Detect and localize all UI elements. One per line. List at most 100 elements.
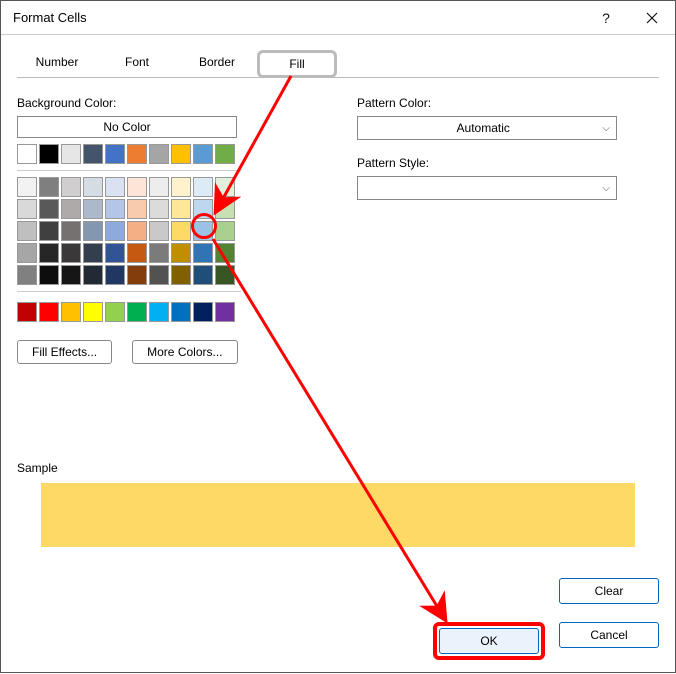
color-swatch[interactable] [105, 177, 125, 197]
color-swatch[interactable] [215, 265, 235, 285]
fill-right-pane: Pattern Color: Automatic ⌵ Pattern Style… [357, 96, 659, 364]
color-swatch[interactable] [215, 243, 235, 263]
color-swatch[interactable] [127, 199, 147, 219]
color-swatch[interactable] [149, 243, 169, 263]
color-swatch[interactable] [193, 265, 213, 285]
pattern-style-dropdown[interactable]: ⌵ [357, 176, 617, 200]
ok-button[interactable]: OK [439, 628, 539, 654]
more-colors-button[interactable]: More Colors... [132, 340, 237, 364]
color-swatch[interactable] [215, 199, 235, 219]
chevron-down-icon: ⌵ [602, 183, 610, 194]
color-swatch[interactable] [39, 243, 59, 263]
color-swatch[interactable] [83, 243, 103, 263]
sample-section: Sample [17, 461, 659, 547]
color-swatch[interactable] [105, 302, 125, 322]
color-swatch[interactable] [17, 302, 37, 322]
color-swatch[interactable] [39, 302, 59, 322]
color-swatch[interactable] [127, 302, 147, 322]
color-swatch[interactable] [171, 302, 191, 322]
color-swatch[interactable] [17, 199, 37, 219]
tab-font[interactable]: Font [97, 50, 177, 78]
color-swatch[interactable] [215, 221, 235, 241]
color-swatch[interactable] [215, 177, 235, 197]
no-color-button[interactable]: No Color [17, 116, 237, 138]
dialog-footer: Clear OK Cancel [433, 578, 659, 660]
color-swatch[interactable] [105, 221, 125, 241]
color-swatch[interactable] [127, 177, 147, 197]
color-swatch[interactable] [171, 177, 191, 197]
color-swatch[interactable] [215, 302, 235, 322]
color-swatch[interactable] [149, 302, 169, 322]
color-swatch[interactable] [127, 243, 147, 263]
sample-label: Sample [17, 461, 659, 475]
color-swatch[interactable] [193, 243, 213, 263]
color-swatch[interactable] [149, 265, 169, 285]
fill-effects-button[interactable]: Fill Effects... [17, 340, 112, 364]
color-swatch[interactable] [61, 221, 81, 241]
color-swatch[interactable] [39, 177, 59, 197]
color-swatch[interactable] [105, 243, 125, 263]
color-swatch[interactable] [171, 221, 191, 241]
color-swatch[interactable] [149, 144, 169, 164]
color-swatch[interactable] [149, 177, 169, 197]
color-swatch[interactable] [39, 199, 59, 219]
clear-button[interactable]: Clear [559, 578, 659, 604]
color-swatch[interactable] [39, 265, 59, 285]
color-swatch[interactable] [193, 144, 213, 164]
pattern-color-label: Pattern Color: [357, 96, 659, 110]
color-swatch[interactable] [83, 177, 103, 197]
color-swatch[interactable] [105, 199, 125, 219]
color-swatch[interactable] [39, 221, 59, 241]
color-swatch[interactable] [171, 243, 191, 263]
tab-bar: Number Font Border Fill [17, 49, 659, 78]
color-swatch[interactable] [215, 144, 235, 164]
color-palette [17, 144, 241, 322]
color-swatch[interactable] [83, 144, 103, 164]
color-swatch[interactable] [193, 221, 213, 241]
color-swatch[interactable] [171, 144, 191, 164]
color-swatch[interactable] [83, 302, 103, 322]
color-swatch[interactable] [17, 243, 37, 263]
color-swatch[interactable] [17, 177, 37, 197]
cancel-button[interactable]: Cancel [559, 622, 659, 648]
color-swatch[interactable] [61, 177, 81, 197]
tab-border[interactable]: Border [177, 50, 257, 78]
background-color-label: Background Color: [17, 96, 317, 110]
color-swatch[interactable] [61, 243, 81, 263]
color-swatch[interactable] [83, 199, 103, 219]
color-swatch[interactable] [39, 144, 59, 164]
pattern-color-value: Automatic [364, 121, 602, 135]
color-swatch[interactable] [193, 177, 213, 197]
color-swatch[interactable] [61, 265, 81, 285]
color-swatch[interactable] [105, 265, 125, 285]
color-swatch[interactable] [149, 199, 169, 219]
color-swatch[interactable] [127, 221, 147, 241]
color-swatch[interactable] [193, 302, 213, 322]
color-swatch[interactable] [17, 265, 37, 285]
color-swatch[interactable] [171, 265, 191, 285]
window-title: Format Cells [13, 10, 583, 25]
color-swatch[interactable] [149, 221, 169, 241]
color-swatch[interactable] [105, 144, 125, 164]
color-swatch[interactable] [83, 221, 103, 241]
tab-fill[interactable]: Fill [257, 50, 337, 78]
sample-preview [41, 483, 635, 547]
color-swatch[interactable] [127, 144, 147, 164]
color-swatch[interactable] [193, 199, 213, 219]
color-swatch[interactable] [61, 144, 81, 164]
help-button[interactable]: ? [583, 1, 629, 35]
close-icon [646, 12, 658, 24]
color-swatch[interactable] [171, 199, 191, 219]
color-swatch[interactable] [83, 265, 103, 285]
color-swatch[interactable] [17, 144, 37, 164]
color-swatch[interactable] [17, 221, 37, 241]
fill-left-pane: Background Color: No Color Fill Effects.… [17, 96, 317, 364]
color-swatch[interactable] [61, 199, 81, 219]
pattern-style-label: Pattern Style: [357, 156, 659, 170]
tab-number[interactable]: Number [17, 50, 97, 78]
format-cells-dialog: Format Cells ? Number Font Border Fill B… [0, 0, 676, 673]
close-button[interactable] [629, 1, 675, 35]
color-swatch[interactable] [127, 265, 147, 285]
color-swatch[interactable] [61, 302, 81, 322]
pattern-color-dropdown[interactable]: Automatic ⌵ [357, 116, 617, 140]
